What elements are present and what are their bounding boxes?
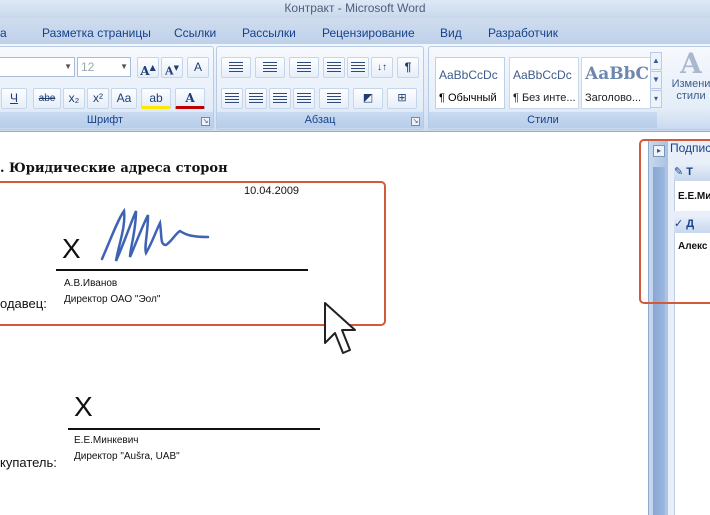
font-group-label: Шрифт xyxy=(0,112,213,128)
buyer-name: Е.Е.Минкевич xyxy=(74,435,139,446)
buyer-signature-line xyxy=(68,428,320,430)
change-styles-button[interactable]: A Измени стили xyxy=(666,50,710,114)
style-heading[interactable]: AaBbC Заголово... xyxy=(581,57,651,109)
more-styles-icon[interactable]: ▾ xyxy=(650,90,662,108)
highlighter-icon: ab xyxy=(149,91,163,105)
line-spacing-button[interactable] xyxy=(319,88,349,109)
section-heading: . Юридические адреса сторон xyxy=(0,161,228,176)
title-bar: Контракт - Microsoft Word xyxy=(0,0,710,18)
buyer-position: Директор "Aušra, UAB" xyxy=(74,451,180,462)
align-right-icon xyxy=(273,93,287,104)
subscript-button[interactable]: x₂ xyxy=(63,88,85,109)
superscript-button[interactable]: x² xyxy=(87,88,109,109)
mouse-pointer-icon xyxy=(324,302,356,354)
pilcrow-icon: ¶ xyxy=(404,60,412,74)
chevron-down-icon[interactable]: ▼ xyxy=(650,71,662,89)
decrease-indent-button[interactable] xyxy=(323,57,345,78)
underline-button[interactable]: Ч xyxy=(1,88,27,109)
bullets-button[interactable] xyxy=(221,57,251,78)
justify-button[interactable] xyxy=(293,88,315,109)
styles-gallery-scroll: ▲ ▼ ▾ xyxy=(650,52,662,110)
paragraph-group: ↓↑ ¶ ◩ ⊞ Абзац ↘ xyxy=(216,46,424,130)
tab-mailings[interactable]: Рассылки xyxy=(236,22,302,44)
align-center-button[interactable] xyxy=(245,88,267,109)
paragraph-dialog-launcher[interactable]: ↘ xyxy=(411,117,420,126)
strikethrough-button[interactable]: abe xyxy=(33,88,61,109)
numbering-button[interactable] xyxy=(255,57,285,78)
justify-icon xyxy=(297,93,311,104)
style-normal[interactable]: AaBbCcDc ¶ Обычный xyxy=(435,57,505,109)
grow-font-button[interactable]: A▲ xyxy=(137,57,159,78)
tab-home[interactable]: а xyxy=(0,22,13,44)
border-icon: ⊞ xyxy=(397,92,407,104)
font-dialog-launcher[interactable]: ↘ xyxy=(201,117,210,126)
tab-references[interactable]: Ссылки xyxy=(168,22,222,44)
font-group: ▼ 12 ▼ A▲ A▼ A Ч abe x₂ x² Aa ab A Шрифт … xyxy=(0,46,214,130)
ribbon-tabs: а Разметка страницы Ссылки Рассылки Реце… xyxy=(0,18,710,44)
multilevel-list-button[interactable] xyxy=(289,57,319,78)
align-center-icon xyxy=(249,93,263,104)
paint-bucket-icon: ◩ xyxy=(362,92,374,104)
indent-icon xyxy=(351,62,365,73)
clear-format-button[interactable]: A xyxy=(187,57,209,78)
buyer-sign-mark: X xyxy=(74,391,93,422)
buyer-role-label: купатель: xyxy=(0,455,57,470)
highlight-button[interactable]: ab xyxy=(141,88,171,109)
sort-button[interactable]: ↓↑ xyxy=(371,57,393,78)
styles-group-label: Стили xyxy=(429,112,657,128)
shrink-font-button[interactable]: A▼ xyxy=(161,57,183,78)
style-no-spacing[interactable]: AaBbCcDc ¶ Без инте... xyxy=(509,57,579,109)
document-page[interactable]: . Юридические адреса сторон 10.04.2009 X… xyxy=(0,133,640,515)
bullet-list-icon xyxy=(229,62,243,73)
align-right-button[interactable] xyxy=(269,88,291,109)
line-spacing-icon xyxy=(327,93,341,104)
font-size-combo[interactable]: 12 ▼ xyxy=(77,57,131,77)
show-marks-button[interactable]: ¶ xyxy=(397,57,419,78)
chevron-down-icon: ▼ xyxy=(120,62,128,71)
outdent-icon xyxy=(327,62,341,73)
increase-indent-button[interactable] xyxy=(347,57,369,78)
eraser-icon: A xyxy=(193,60,202,74)
change-styles-icon: A xyxy=(680,47,702,80)
tab-view[interactable]: Вид xyxy=(434,22,468,44)
paragraph-group-label: Абзац xyxy=(217,112,423,128)
align-left-icon xyxy=(225,93,239,104)
shading-button[interactable]: ◩ xyxy=(353,88,383,109)
tab-review[interactable]: Рецензирование xyxy=(316,22,421,44)
ribbon: ▼ 12 ▼ A▲ A▼ A Ч abe x₂ x² Aa ab A Шрифт … xyxy=(0,44,710,132)
font-color-button[interactable]: A xyxy=(175,88,205,109)
tab-page-layout[interactable]: Разметка страницы xyxy=(36,22,157,44)
font-name-combo[interactable]: ▼ xyxy=(0,57,75,77)
pane-highlight xyxy=(639,139,710,304)
change-case-button[interactable]: Aa xyxy=(111,88,137,109)
chevron-down-icon: ▼ xyxy=(64,62,72,71)
numbered-list-icon xyxy=(263,62,277,73)
sort-icon: ↓↑ xyxy=(377,62,387,73)
chevron-up-icon[interactable]: ▲ xyxy=(650,52,662,70)
borders-button[interactable]: ⊞ xyxy=(387,88,417,109)
align-left-button[interactable] xyxy=(221,88,243,109)
tab-developer[interactable]: Разработчик xyxy=(482,22,564,44)
multilevel-list-icon xyxy=(297,62,311,73)
word-window: Контракт - Microsoft Word а Разметка стр… xyxy=(0,0,710,515)
